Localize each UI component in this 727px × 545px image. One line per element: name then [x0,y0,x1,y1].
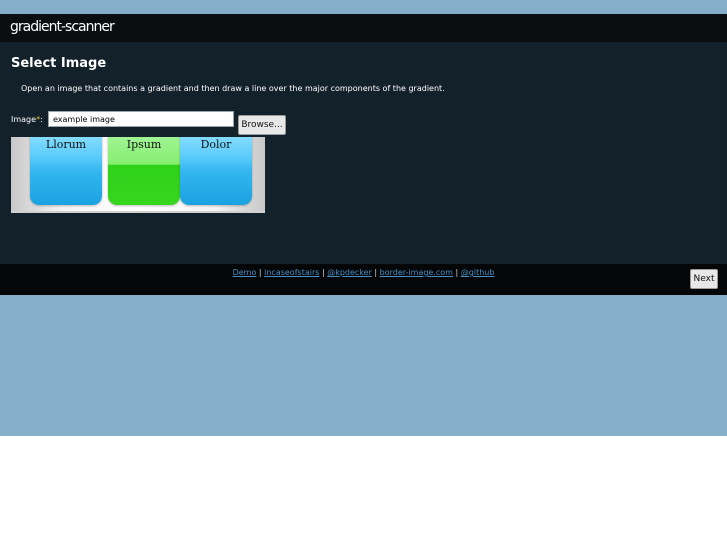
image-field-label: Image*: [11,115,43,124]
image-url-input[interactable] [48,111,234,127]
instructions-text: Open an image that contains a gradient a… [21,84,445,93]
next-button[interactable]: Next [690,269,718,289]
image-preview[interactable]: Llorum Ipsum Dolor [11,137,265,213]
app-background: gradient-scanner Select Image Open an im… [0,0,727,436]
preview-tab-llorum: Llorum [30,137,102,205]
link-demo[interactable]: Demo [233,268,257,277]
browse-button[interactable]: Browse... [238,115,286,135]
preview-tab-ipsum: Ipsum [108,137,180,205]
link-github[interactable]: @github [461,268,495,277]
header-bar: gradient-scanner [0,14,727,42]
link-incaseofstairs[interactable]: incaseofstairs [264,268,319,277]
link-kpdecker[interactable]: @kpdecker [327,268,372,277]
footer-bar: Demo | incaseofstairs | @kpdecker | bord… [0,264,727,295]
main-panel: Select Image Open an image that contains… [0,42,727,264]
footer-links: Demo | incaseofstairs | @kpdecker | bord… [232,268,495,277]
link-border-image[interactable]: border-image.com [380,268,453,277]
app-logo[interactable]: gradient-scanner [10,19,115,35]
preview-tab-dolor: Dolor [180,137,252,205]
page-title: Select Image [11,56,107,71]
